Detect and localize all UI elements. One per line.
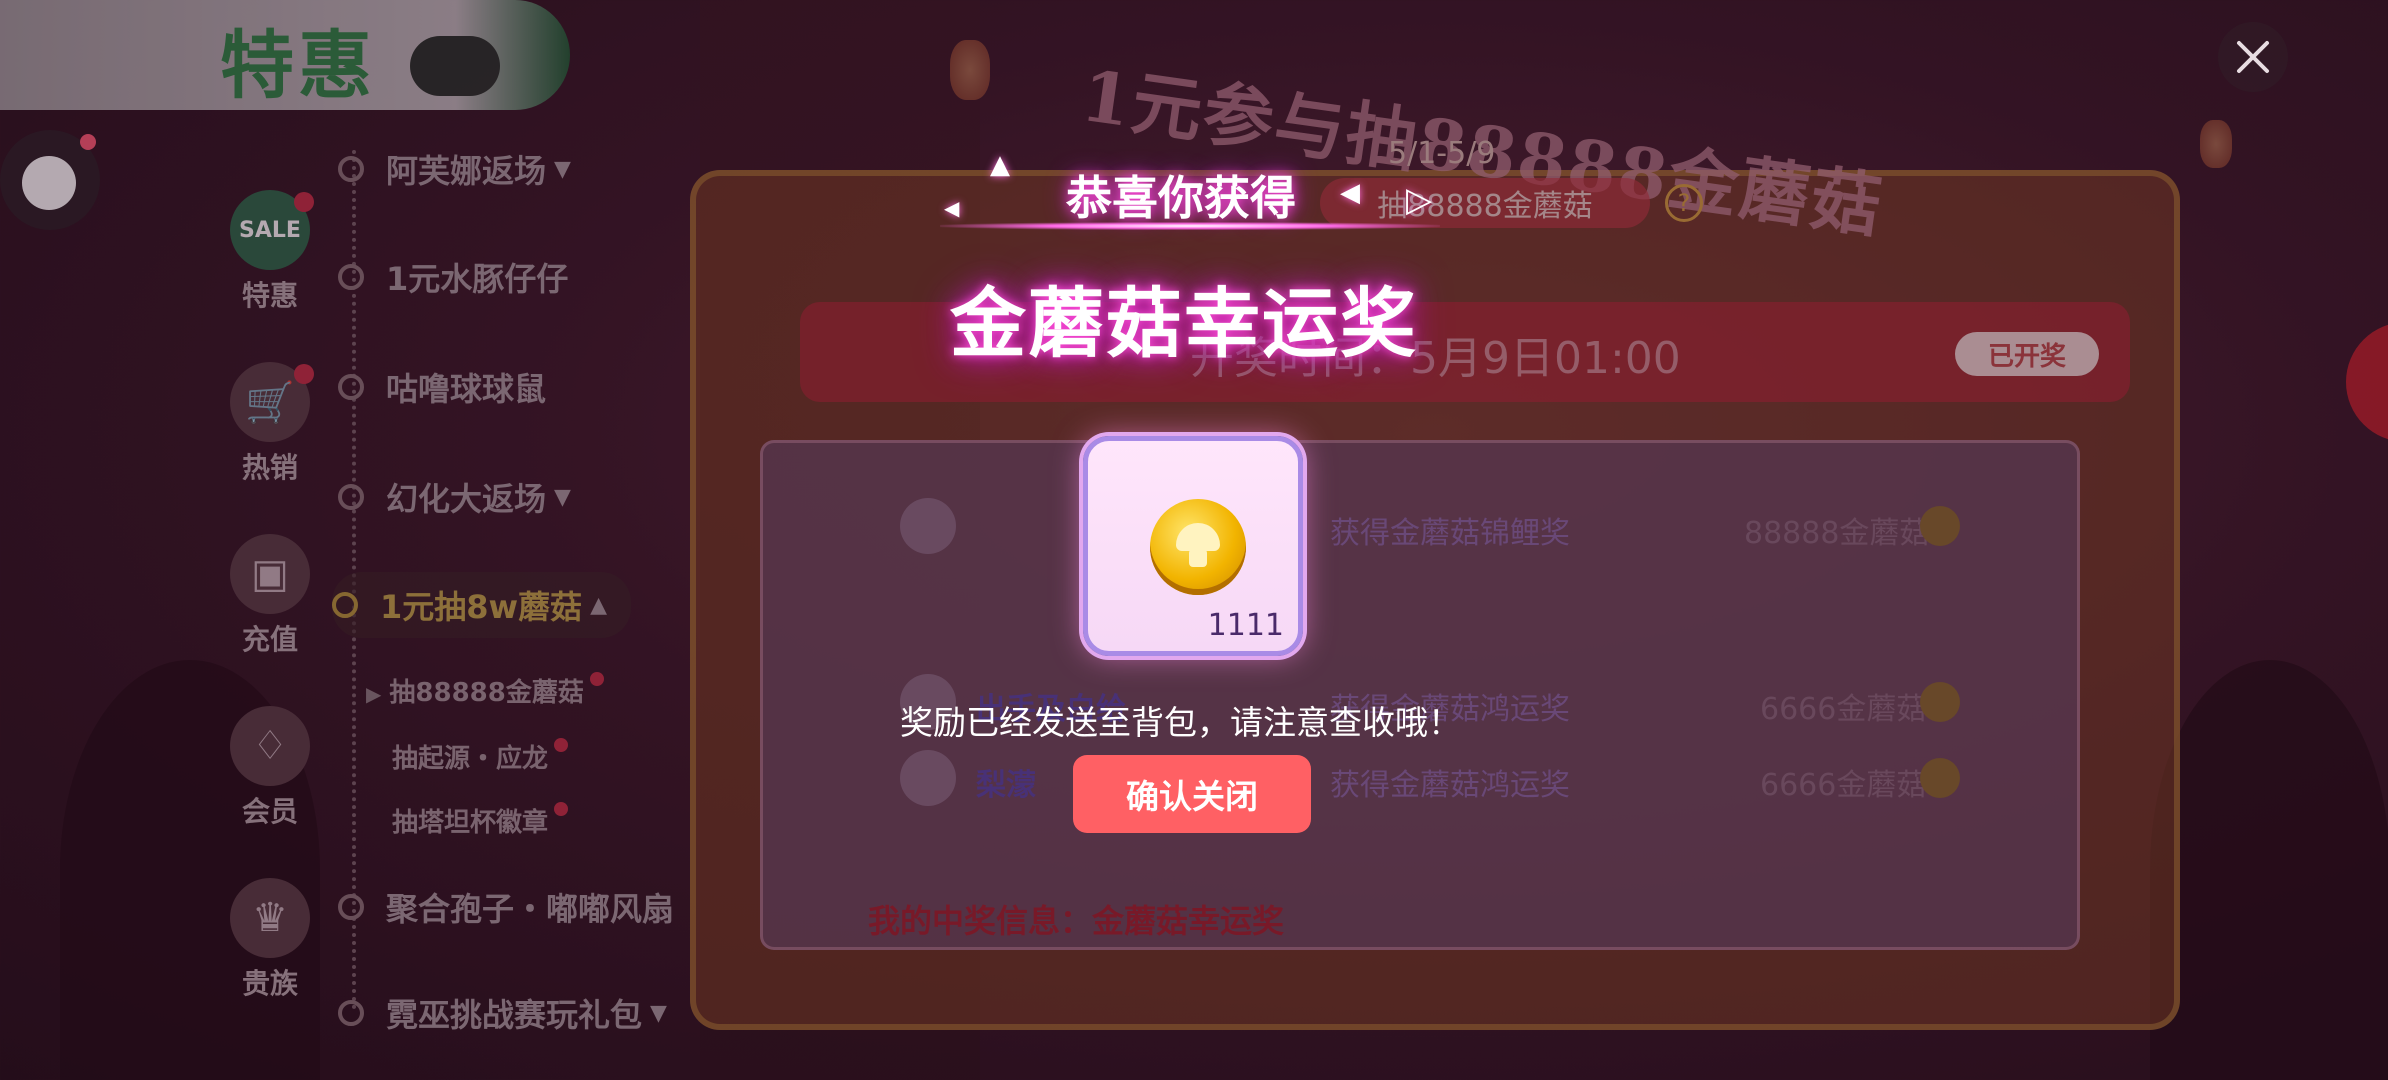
sparkle-icon: ▷	[1406, 180, 1433, 220]
reward-item-card: 1111	[1083, 436, 1303, 656]
sparkle-icon: ◀	[1340, 178, 1360, 208]
glow-divider	[940, 222, 1440, 230]
gold-mushroom-coin-icon	[1150, 499, 1246, 595]
congrats-heading: 恭喜你获得	[1066, 171, 1296, 225]
reward-message: 奖励已经发送至背包，请注意查收哦！	[900, 703, 1461, 742]
sparkle-icon: ▲	[990, 150, 1010, 180]
close-button[interactable]	[2218, 22, 2288, 92]
close-icon	[2237, 41, 2269, 73]
reward-item-count: 1111	[1207, 608, 1284, 643]
sparkle-icon: ◀	[944, 196, 960, 220]
prize-name: 金蘑菇幸运奖	[950, 279, 1418, 368]
confirm-close-button[interactable]: 确认关闭	[1073, 755, 1311, 833]
